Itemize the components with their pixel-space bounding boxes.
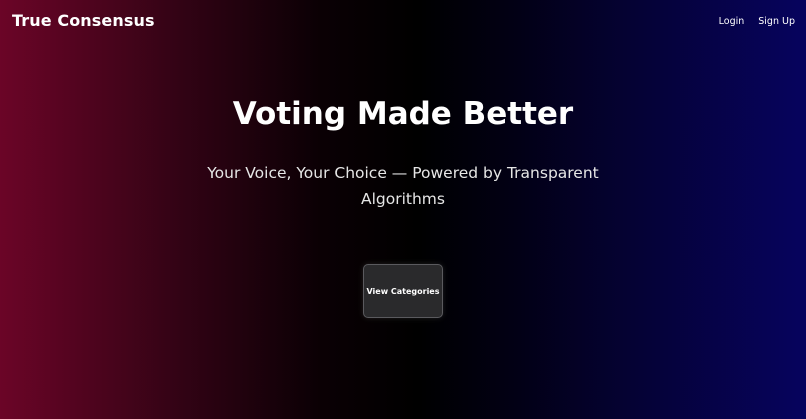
hero-title: Voting Made Better — [232, 96, 574, 132]
hero-subtitle: Your Voice, Your Choice — Powered by Tra… — [207, 164, 599, 208]
brand-logo[interactable]: True Consensus — [12, 11, 155, 30]
view-categories-button[interactable]: View Categories — [363, 264, 443, 318]
top-nav: Login Sign Up — [719, 16, 795, 27]
login-link[interactable]: Login — [719, 16, 745, 27]
signup-link[interactable]: Sign Up — [758, 16, 795, 27]
